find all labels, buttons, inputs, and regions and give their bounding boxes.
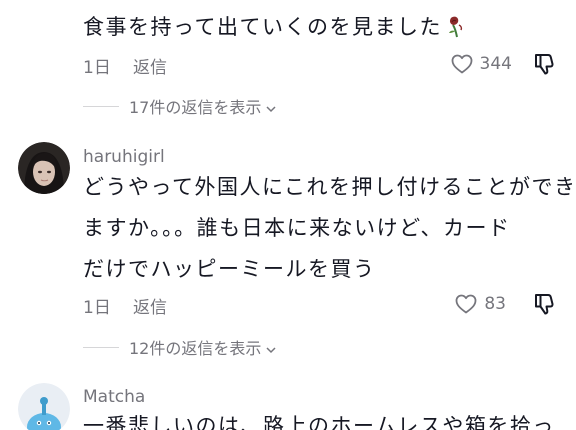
comment-text-line: だけでハッピーミールを買う — [83, 257, 376, 281]
divider-dash — [83, 105, 119, 107]
chevron-down-icon — [265, 100, 277, 113]
divider-dash — [83, 346, 119, 348]
comment-date: 1日 — [83, 298, 111, 318]
comment-text-line: 一番悲しいのは、路上のホームレスや箱を拾っ — [83, 414, 555, 430]
like-count: 344 — [479, 54, 512, 74]
heart-icon — [450, 52, 474, 76]
view-replies-button[interactable]: 17件の返信を表示 — [83, 95, 277, 117]
reply-button[interactable]: 返信 — [133, 53, 167, 78]
comment-text-line: どうやって外国人にこれを押し付けることができ — [83, 175, 576, 199]
comment-meta: 1日 返信 83 — [83, 291, 558, 318]
view-replies-button[interactable]: 12件の返信を表示 — [83, 336, 277, 358]
like-button[interactable]: 344 — [450, 51, 512, 77]
heart-icon — [454, 292, 478, 316]
thumbs-down-icon — [535, 294, 554, 315]
comment-date: 1日 — [83, 58, 111, 78]
thumbs-down-icon — [535, 54, 554, 75]
dislike-button[interactable] — [532, 291, 558, 317]
comment-list: 食事を持って出ていくのを見ました 1日 返信 344 17件の返信を表示 har… — [0, 0, 576, 430]
wilted-rose-icon — [444, 13, 470, 39]
like-button[interactable]: 83 — [454, 291, 506, 317]
comment-username[interactable]: haruhigirl — [83, 147, 165, 167]
avatar[interactable] — [18, 142, 70, 194]
comment-username[interactable]: Matcha — [83, 387, 145, 407]
comment-text: 食事を持って出ていくのを見ました — [83, 15, 442, 39]
comment-meta: 1日 返信 344 — [83, 51, 558, 78]
view-replies-label: 12件の返信を表示 — [129, 339, 262, 358]
comment-text-line: ますか。。。誰も日本に来ないけど、カード — [83, 216, 511, 240]
comment-text-line: 食事を持って出ていくのを見ました — [83, 13, 470, 41]
like-count: 83 — [484, 294, 506, 314]
dislike-button[interactable] — [532, 51, 558, 77]
view-replies-label: 17件の返信を表示 — [129, 98, 262, 117]
chevron-down-icon — [265, 341, 277, 354]
reply-button[interactable]: 返信 — [133, 293, 167, 318]
avatar[interactable] — [18, 383, 70, 430]
